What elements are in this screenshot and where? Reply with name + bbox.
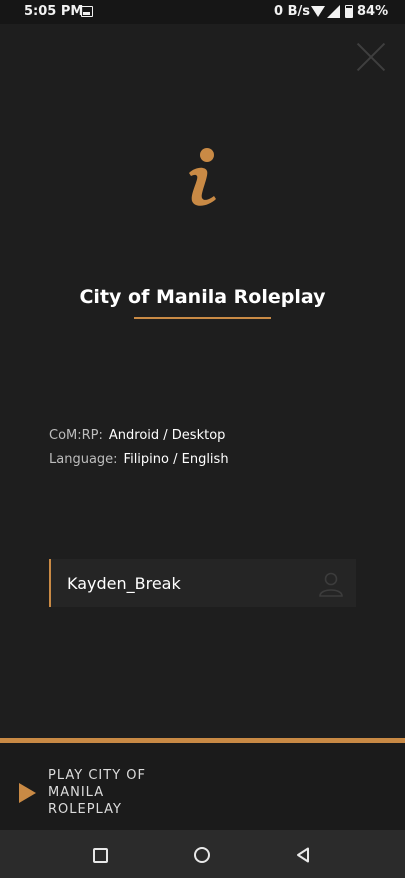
title-underline bbox=[134, 317, 271, 319]
status-time: 5:05 PM bbox=[24, 4, 84, 19]
close-icon[interactable] bbox=[356, 42, 386, 72]
signal-icon bbox=[327, 5, 340, 18]
back-icon[interactable] bbox=[296, 847, 310, 863]
language-value: Filipino / English bbox=[123, 452, 229, 467]
username-input[interactable] bbox=[67, 559, 307, 607]
image-icon bbox=[81, 6, 93, 17]
battery-fill bbox=[346, 7, 352, 17]
status-bar: 5:05 PM 0 B/s 84% bbox=[0, 0, 405, 24]
home-icon[interactable] bbox=[194, 847, 210, 863]
play-label: PLAY CITY OF MANILA ROLEPLAY bbox=[48, 768, 146, 817]
battery-icon bbox=[345, 5, 353, 18]
language-label: Language: bbox=[49, 452, 118, 467]
play-icon bbox=[19, 783, 36, 803]
network-speed: 0 B/s bbox=[274, 4, 310, 19]
recents-icon[interactable] bbox=[93, 848, 108, 863]
battery-percent: 84% bbox=[357, 4, 389, 19]
user-icon bbox=[319, 572, 343, 597]
info-icon bbox=[189, 148, 216, 206]
wifi-icon bbox=[311, 6, 325, 17]
platform-label: CoM:RP: bbox=[49, 428, 103, 443]
navigation-bar bbox=[0, 830, 405, 878]
play-button[interactable]: PLAY CITY OF MANILA ROLEPLAY bbox=[0, 738, 405, 835]
platform-value: Android / Desktop bbox=[108, 428, 226, 443]
username-field[interactable] bbox=[49, 559, 356, 607]
platform-row: CoM:RP: Android / Desktop bbox=[49, 428, 225, 443]
server-title: City of Manila Roleplay bbox=[79, 286, 326, 308]
language-row: Language: Filipino / English bbox=[49, 452, 229, 467]
